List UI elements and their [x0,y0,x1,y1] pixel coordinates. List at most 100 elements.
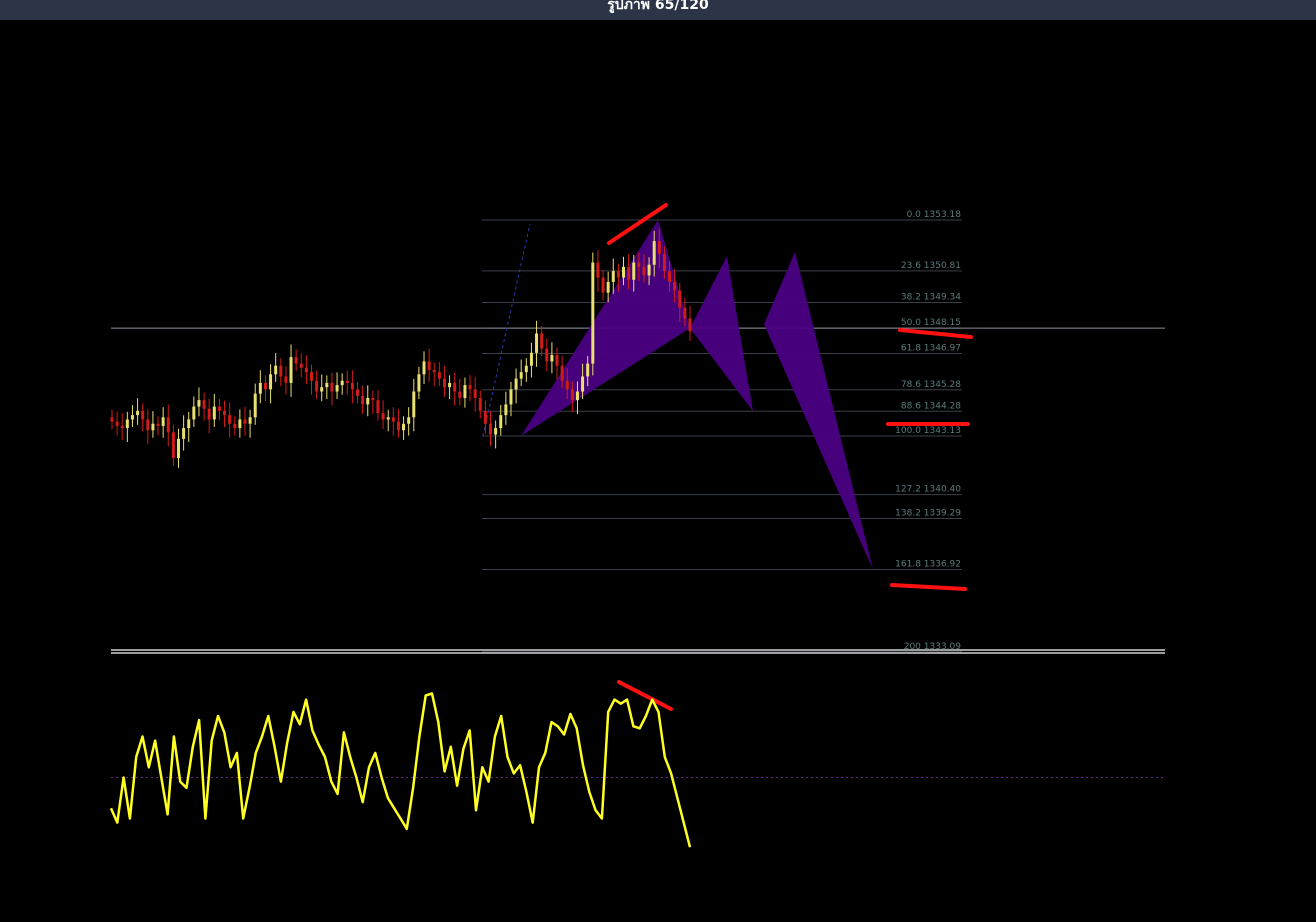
candle-body [432,370,436,373]
candle-body [376,400,380,414]
candle-body [489,423,493,435]
candle-body [555,354,559,366]
candle-body [381,413,385,420]
target-line-50 [898,328,973,339]
candle [187,411,191,443]
candle-body [673,281,677,291]
candle-body [371,397,375,401]
candle-body [217,406,221,411]
candle-body [146,419,150,431]
candle-body [120,425,124,429]
candle-body [509,389,513,405]
candle-body [248,417,252,424]
candle-body [448,382,452,388]
candle-body [632,262,636,280]
candle [258,370,262,404]
candle-body [284,376,288,383]
candle-body [483,410,487,424]
candle-body [642,266,646,276]
candle-body [504,404,508,416]
candle [356,381,360,404]
candle [330,372,334,406]
candle-body [294,357,298,364]
candle [473,376,477,412]
candle-body [130,415,134,420]
image-counter: รูปภาพ 65/120 [607,0,709,13]
candle [125,411,129,443]
candle [591,252,595,376]
fib-label-8: 127.2 1340.40 [895,485,961,495]
candle [442,365,446,397]
candle-body [325,382,329,388]
candle [263,375,267,402]
candle-body [473,389,477,398]
candle-body [166,417,170,433]
candle [402,416,406,440]
candle [207,398,211,434]
candle-body [545,348,549,362]
candle [269,364,273,404]
divergence-line-oscillator [617,680,673,711]
candle-body [176,438,180,459]
candle-body [402,423,406,431]
candle [309,364,313,395]
candle-body [263,382,267,390]
harmonic-pattern [482,220,873,570]
candle [432,362,436,387]
candle [171,424,175,466]
candle [156,416,160,436]
candle [453,372,457,406]
candle [197,387,201,417]
candle [540,325,544,357]
candle-body [652,241,656,265]
candle-body [258,382,262,394]
candle-body [412,391,416,418]
candle [499,405,503,436]
candle-body [683,307,687,319]
candle [422,351,426,384]
candle [166,404,170,447]
candle-body [453,382,457,392]
candle [463,377,467,408]
candle [601,270,605,301]
candle [514,368,518,404]
candle [688,305,692,342]
candle [412,378,416,432]
candle [202,392,206,421]
candle-body [575,391,579,401]
candle [274,353,278,382]
candle [315,370,319,400]
candle-body [570,389,574,401]
candle-body [115,421,119,426]
viewer-title-bar: รูปภาพ 65/120 [0,0,1316,20]
candle-body [514,378,518,390]
candle-body [458,391,462,398]
fib-label-6: 88.6 1344.28 [901,401,961,411]
candle [130,405,134,427]
candle [217,399,221,421]
candle-body [519,372,523,379]
candle [279,358,283,387]
candle [545,338,549,372]
candle-body [309,372,313,381]
candle [448,375,452,400]
candle [381,400,385,430]
candle [437,362,441,387]
candle-body [540,333,544,349]
candle-body [622,266,626,278]
candle [555,347,559,380]
candle-body [228,415,232,424]
candle-body [468,385,472,390]
candle-body [627,266,631,280]
candle-body [463,385,467,398]
candle-body [202,400,206,409]
candle-body [289,357,293,383]
fib-label-1: 23.6 1350.81 [901,261,961,271]
candle-body [274,365,278,375]
candle-body [662,253,666,272]
candle [223,400,227,427]
candle-body [386,417,390,420]
candle-body [207,408,211,420]
candle-body [151,423,155,431]
trading-chart: 0.0 1353.18 23.6 1350.81 38.2 1349.34 50.0 … [109,203,1165,848]
